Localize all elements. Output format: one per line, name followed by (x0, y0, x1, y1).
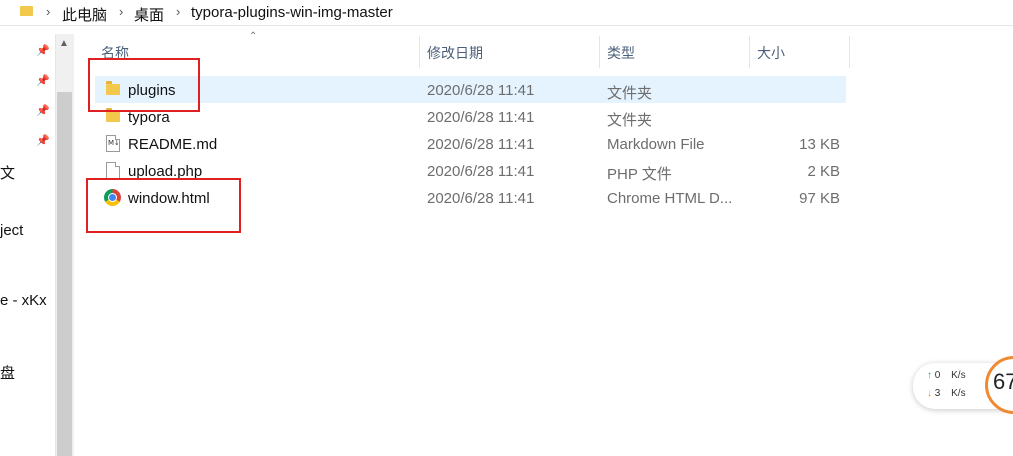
download-speed: ↓ 3 K/s (927, 388, 966, 399)
highlight-box-window-html (86, 178, 241, 233)
column-divider[interactable] (749, 36, 750, 68)
column-divider[interactable] (419, 36, 420, 68)
file-date: 2020/6/28 11:41 (427, 109, 535, 126)
pin-icon[interactable]: 📌 (36, 74, 50, 87)
breadcrumb-current-folder[interactable]: typora-plugins-win-img-master (191, 4, 393, 21)
nav-item[interactable]: 文 (0, 162, 15, 183)
file-date: 2020/6/28 11:41 (427, 136, 535, 153)
chevron-right-icon: › (119, 4, 124, 19)
highlight-box-plugins (88, 58, 200, 112)
nav-item[interactable]: ject (0, 222, 23, 239)
sort-ascending-icon: ⌃ (249, 31, 258, 42)
file-date: 2020/6/28 11:41 (427, 190, 535, 207)
down-arrow-icon: ↓ (927, 388, 932, 399)
markdown-file-icon: M↓ (106, 135, 120, 152)
chevron-right-icon: › (176, 4, 181, 19)
breadcrumb-desktop[interactable]: 桌面 (134, 4, 164, 25)
file-name: README.md (128, 136, 218, 153)
address-bar[interactable]: › 此电脑 › 桌面 › typora-plugins-win-img-mast… (0, 0, 1013, 26)
pin-icon[interactable]: 📌 (36, 44, 50, 57)
column-header-date[interactable]: 修改日期 (427, 43, 483, 63)
column-divider[interactable] (849, 36, 850, 68)
file-date: 2020/6/28 11:41 (427, 163, 535, 180)
pin-icon[interactable]: 📌 (36, 134, 50, 147)
column-header-size[interactable]: 大小 (757, 43, 785, 63)
file-row-readme[interactable]: M↓ README.md 2020/6/28 11:41 Markdown Fi… (95, 130, 846, 157)
file-size: 2 KB (807, 163, 840, 180)
php-file-icon (106, 162, 120, 179)
nav-item[interactable]: 盘 (0, 362, 15, 383)
chevron-right-icon: › (46, 4, 51, 19)
pin-icon[interactable]: 📌 (36, 104, 50, 117)
breadcrumb-this-pc[interactable]: 此电脑 (62, 4, 107, 25)
folder-icon (20, 6, 33, 16)
nav-scrollbar-thumb[interactable] (57, 92, 72, 456)
file-type: 文件夹 (607, 112, 653, 129)
file-size: 97 KB (799, 190, 840, 207)
upload-speed: ↑ 0 K/s (927, 370, 966, 381)
file-date: 2020/6/28 11:41 (427, 82, 535, 99)
nav-item[interactable]: e - xKx (0, 292, 47, 309)
file-row-typora[interactable]: typora 2020/6/28 11:41 文件夹 (95, 103, 846, 130)
file-type: PHP 文件 (607, 166, 672, 183)
file-size: 13 KB (799, 136, 840, 153)
column-divider[interactable] (599, 36, 600, 68)
scroll-up-icon[interactable]: ▲ (59, 38, 69, 49)
column-header-type[interactable]: 类型 (607, 43, 635, 63)
file-type: Markdown File (607, 136, 705, 153)
file-type: 文件夹 (607, 85, 653, 102)
file-type: Chrome HTML D... (607, 190, 733, 207)
up-arrow-icon: ↑ (927, 370, 932, 381)
file-row-plugins[interactable]: plugins 2020/6/28 11:41 文件夹 (95, 76, 846, 103)
gauge-value: 67 (993, 369, 1013, 394)
folder-icon (106, 108, 120, 122)
